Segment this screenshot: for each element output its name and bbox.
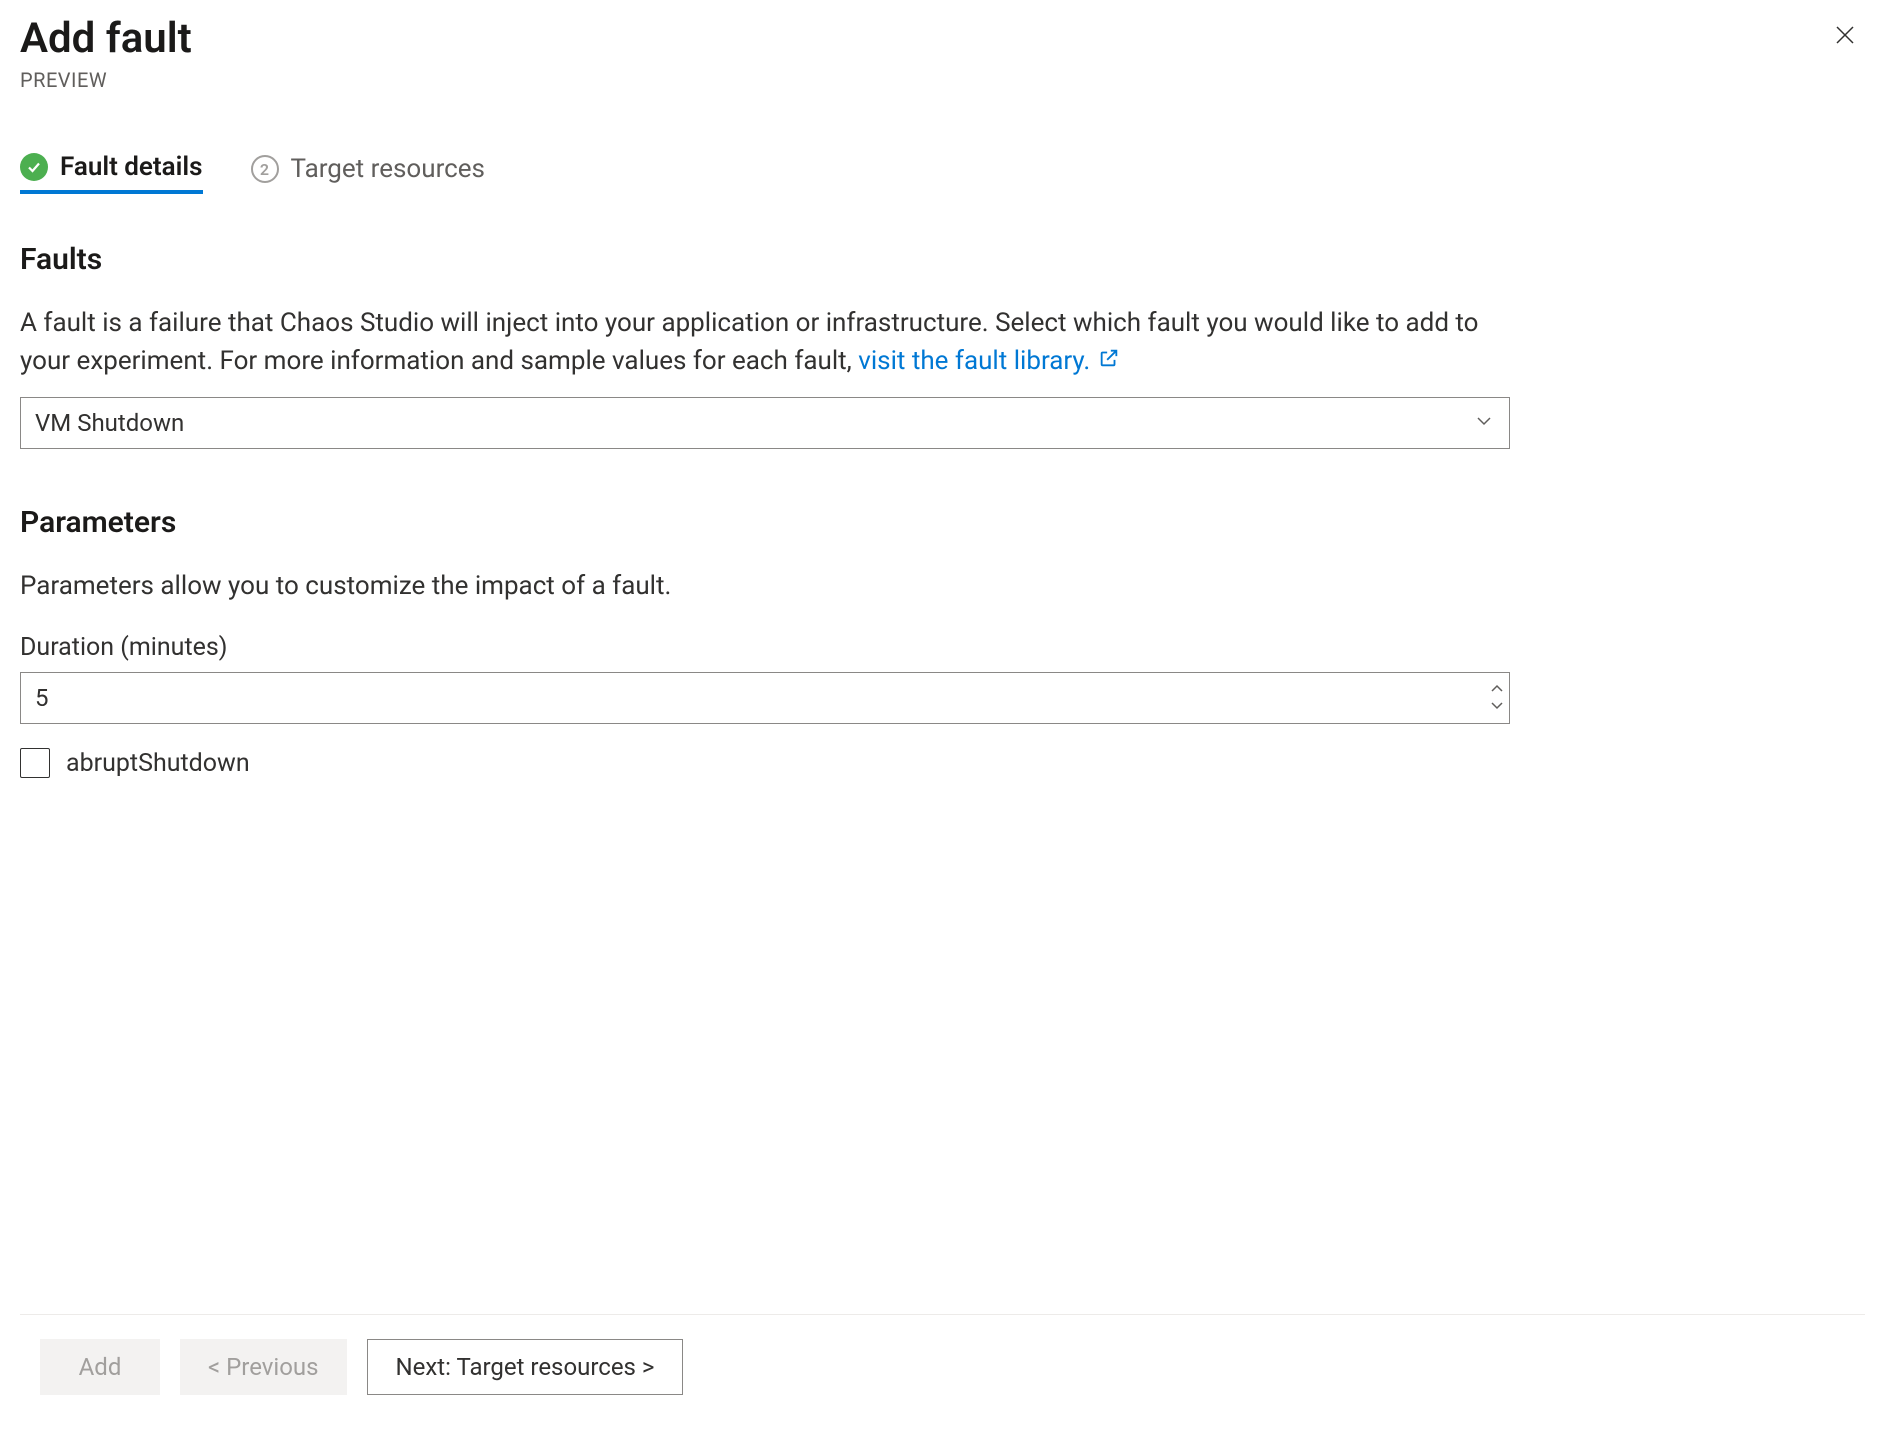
check-circle-icon: [20, 153, 48, 181]
faults-description-text: A fault is a failure that Chaos Studio w…: [20, 308, 1479, 376]
page-title: Add fault: [20, 16, 192, 62]
fault-dropdown-value: VM Shutdown: [20, 397, 1510, 449]
step-number-icon: 2: [251, 155, 279, 183]
tab-label: Target resources: [291, 154, 485, 184]
close-button[interactable]: [1825, 16, 1865, 56]
external-link-icon: [1098, 343, 1120, 381]
duration-input[interactable]: [20, 672, 1510, 724]
abrupt-shutdown-label[interactable]: abruptShutdown: [66, 749, 250, 778]
tab-label: Fault details: [60, 152, 203, 182]
previous-button: < Previous: [180, 1339, 347, 1395]
tab-target-resources[interactable]: 2 Target resources: [251, 152, 485, 194]
fault-library-link[interactable]: visit the fault library.: [858, 343, 1120, 381]
abrupt-shutdown-checkbox[interactable]: [20, 748, 50, 778]
stepper-up-button[interactable]: [1490, 683, 1504, 697]
parameters-description: Parameters allow you to customize the im…: [20, 568, 1510, 606]
footer-actions: Add < Previous Next: Target resources >: [20, 1314, 1865, 1419]
link-text: visit the fault library.: [858, 343, 1090, 381]
duration-label: Duration (minutes): [20, 633, 1510, 662]
tab-fault-details[interactable]: Fault details: [20, 152, 203, 194]
faults-description: A fault is a failure that Chaos Studio w…: [20, 305, 1510, 380]
fault-dropdown[interactable]: VM Shutdown: [20, 397, 1510, 449]
chevron-down-icon: [1490, 698, 1504, 715]
add-button: Add: [40, 1339, 160, 1395]
stepper-down-button[interactable]: [1490, 699, 1504, 713]
parameters-heading: Parameters: [20, 505, 1510, 540]
close-icon: [1833, 23, 1857, 50]
page-subtitle: PREVIEW: [20, 68, 192, 92]
next-button[interactable]: Next: Target resources >: [367, 1339, 684, 1395]
faults-heading: Faults: [20, 242, 1510, 277]
chevron-up-icon: [1490, 682, 1504, 699]
step-tabs: Fault details 2 Target resources: [20, 152, 1865, 194]
